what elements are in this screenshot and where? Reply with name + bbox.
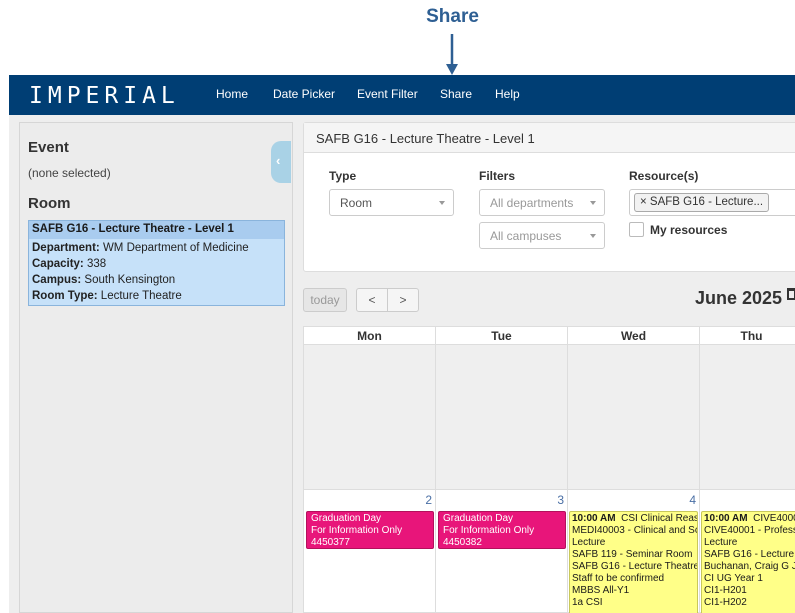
resource-tag[interactable]: × SAFB G16 - Lecture... (634, 193, 770, 212)
filters-label: Filters (479, 169, 516, 183)
calendar-grid: Mon Tue Wed Thu 2 3 4 Graduation Day For… (303, 326, 795, 613)
chevron-down-icon (439, 201, 445, 205)
event-line: CI1-H201 (704, 585, 747, 596)
column-divider (435, 327, 436, 613)
nav-event-filter[interactable]: Event Filter (357, 87, 418, 101)
timetable-app: IMPERIAL Home Date Picker Event Filter S… (9, 75, 795, 613)
today-button[interactable]: today (303, 288, 347, 312)
departments-placeholder: All departments (490, 196, 574, 210)
event-graduation-mon[interactable]: Graduation Day For Information Only 4450… (306, 511, 434, 549)
event-title: Graduation Day (443, 513, 514, 524)
event-subtitle: For Information Only (443, 525, 535, 536)
resources-select[interactable]: × SAFB G16 - Lecture... (629, 189, 795, 216)
column-divider (699, 327, 700, 613)
event-line: CI1-H202 (704, 597, 747, 608)
chevron-down-icon (590, 234, 596, 238)
day-number[interactable]: 4 (668, 493, 696, 507)
calendar-icon[interactable] (787, 288, 795, 300)
event-heading: 10:00 AM CSI Clinical Reaso (572, 513, 698, 524)
event-heading: Event (28, 139, 69, 156)
room-department: Department: WM Department of Medicine (32, 242, 249, 254)
day-header-mon: Mon (304, 327, 436, 345)
event-subtitle: For Information Only (311, 525, 403, 536)
filter-panel-title: SAFB G16 - Lecture Theatre - Level 1 (304, 123, 795, 153)
event-line: Lecture (572, 537, 606, 548)
nav-date-picker[interactable]: Date Picker (273, 87, 335, 101)
calendar-week-row (304, 345, 795, 490)
chevron-right-icon: > (399, 293, 407, 307)
imperial-logo[interactable]: IMPERIAL (29, 83, 180, 109)
chevron-down-icon (590, 201, 596, 205)
event-title: Graduation Day (311, 513, 382, 524)
month-title: June 2025 (695, 288, 783, 308)
event-lecture-wed[interactable]: 10:00 AM CSI Clinical Reaso MEDI40003 - … (569, 511, 698, 613)
day-number[interactable]: 2 (404, 493, 432, 507)
nav-share[interactable]: Share (440, 87, 472, 101)
event-line: SAFB G16 - Lecture Theatre (572, 561, 698, 572)
event-line: CIVE40001 - Professi (704, 525, 795, 536)
departments-select[interactable]: All departments (479, 189, 605, 216)
event-line: CI UG Year 1 (704, 573, 763, 584)
my-resources-label: My resources (650, 223, 728, 237)
my-resources-checkbox[interactable] (629, 222, 644, 237)
event-id: 4450377 (311, 537, 350, 548)
day-number[interactable]: 3 (536, 493, 564, 507)
nav-home[interactable]: Home (216, 87, 248, 101)
day-header-wed: Wed (568, 327, 700, 345)
room-campus: Campus: South Kensington (32, 274, 176, 286)
event-graduation-tue[interactable]: Graduation Day For Information Only 4450… (438, 511, 566, 549)
room-card[interactable]: SAFB G16 - Lecture Theatre - Level 1 Dep… (28, 220, 285, 306)
navbar: IMPERIAL Home Date Picker Event Filter S… (9, 75, 795, 115)
event-line: Buchanan, Craig G J (704, 561, 795, 572)
room-capacity: Capacity: 338 (32, 258, 107, 270)
type-select-value: Room (340, 196, 373, 210)
prev-button[interactable]: < (356, 288, 388, 312)
event-line: Staff to be confirmed (572, 573, 665, 584)
filter-panel: SAFB G16 - Lecture Theatre - Level 1 Typ… (303, 122, 795, 272)
event-lecture-thu[interactable]: 10:00 AM CIVE4000 CIVE40001 - Professi L… (701, 511, 795, 613)
event-value: (none selected) (28, 166, 111, 180)
event-id: 4450382 (443, 537, 482, 548)
campuses-select[interactable]: All campuses (479, 222, 605, 249)
nav-help[interactable]: Help (495, 87, 520, 101)
event-line: MEDI40003 - Clinical and Sci (572, 525, 698, 536)
event-line: Lecture (704, 537, 738, 548)
down-arrow-icon (446, 34, 458, 75)
day-header-tue: Tue (436, 327, 568, 345)
column-divider (567, 327, 568, 613)
room-type: Room Type: Lecture Theatre (32, 290, 182, 302)
sidebar: Event (none selected) Room SAFB G16 - Le… (19, 122, 293, 613)
type-select[interactable]: Room (329, 189, 454, 216)
event-line: MBBS All-Y1 (572, 585, 630, 596)
resources-label: Resource(s) (629, 169, 699, 183)
main-content: SAFB G16 - Lecture Theatre - Level 1 Typ… (303, 122, 795, 613)
next-button[interactable]: > (387, 288, 419, 312)
event-line: SAFB 119 - Seminar Room (572, 549, 693, 560)
event-line: SAFB G16 - Lecture T (704, 549, 795, 560)
type-label: Type (329, 169, 357, 183)
day-header-thu: Thu (700, 327, 795, 345)
campuses-placeholder: All campuses (490, 229, 562, 243)
chevron-left-icon: ‹ (276, 153, 281, 168)
sidebar-collapse-button[interactable]: ‹ (271, 141, 291, 183)
annotation-title: Share (426, 6, 479, 27)
room-heading: Room (28, 195, 71, 212)
chevron-left-icon: < (368, 293, 376, 307)
room-card-title: SAFB G16 - Lecture Theatre - Level 1 (29, 221, 284, 239)
event-line: 1a CSI (572, 597, 603, 608)
event-heading: 10:00 AM CIVE4000 (704, 513, 795, 524)
